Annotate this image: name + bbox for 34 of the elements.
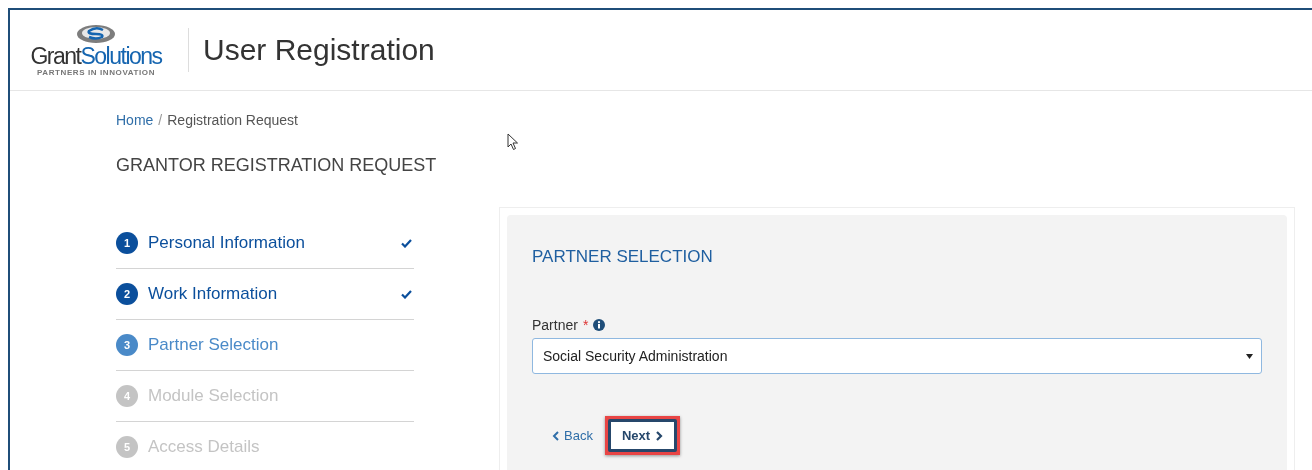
back-button[interactable]: Back — [550, 424, 595, 447]
step-label: Partner Selection — [148, 335, 280, 355]
mouse-cursor-icon — [507, 133, 519, 151]
step-number: 3 — [116, 334, 138, 356]
next-button[interactable]: Next — [607, 419, 678, 452]
step-label: Work Information — [148, 284, 279, 304]
breadcrumb-link[interactable]: Home — [116, 112, 154, 128]
field-label: Partner — [532, 317, 578, 333]
step-number: 4 — [116, 385, 138, 407]
step-label: Access Details — [148, 437, 261, 457]
page-title: User Registration — [203, 33, 435, 67]
required-mark: * — [582, 317, 589, 333]
check-icon — [401, 238, 412, 248]
section-heading: GRANTOR REGISTRATION REQUEST — [116, 154, 437, 176]
logo-tagline: PARTNERS IN INNOVATION — [36, 67, 156, 77]
breadcrumb-separator: / — [158, 112, 163, 128]
panel-title: PARTNER SELECTION — [532, 247, 714, 267]
chevron-right-icon — [656, 430, 664, 441]
step-label: Module Selection — [148, 386, 280, 406]
step-number: 2 — [116, 283, 138, 305]
chevron-left-icon — [552, 430, 559, 441]
info-icon[interactable] — [593, 319, 606, 331]
step-item[interactable]: 2 Work Information — [116, 269, 414, 320]
partner-select[interactable]: Social Security Administration — [532, 338, 1262, 374]
step-item[interactable]: 1 Personal Information — [116, 218, 414, 269]
step-item[interactable]: 3 Partner Selection — [116, 320, 414, 371]
step-number: 5 — [116, 436, 138, 458]
step-number: 1 — [116, 232, 138, 254]
current-page-label: Registration Request — [167, 112, 298, 128]
swoosh-logo-icon — [76, 23, 116, 44]
step-label: Personal Information — [148, 233, 306, 253]
dropdown-caret-icon — [1246, 353, 1253, 359]
check-icon — [401, 289, 412, 299]
logo-wordmark: GrantSolutions — [30, 43, 162, 68]
